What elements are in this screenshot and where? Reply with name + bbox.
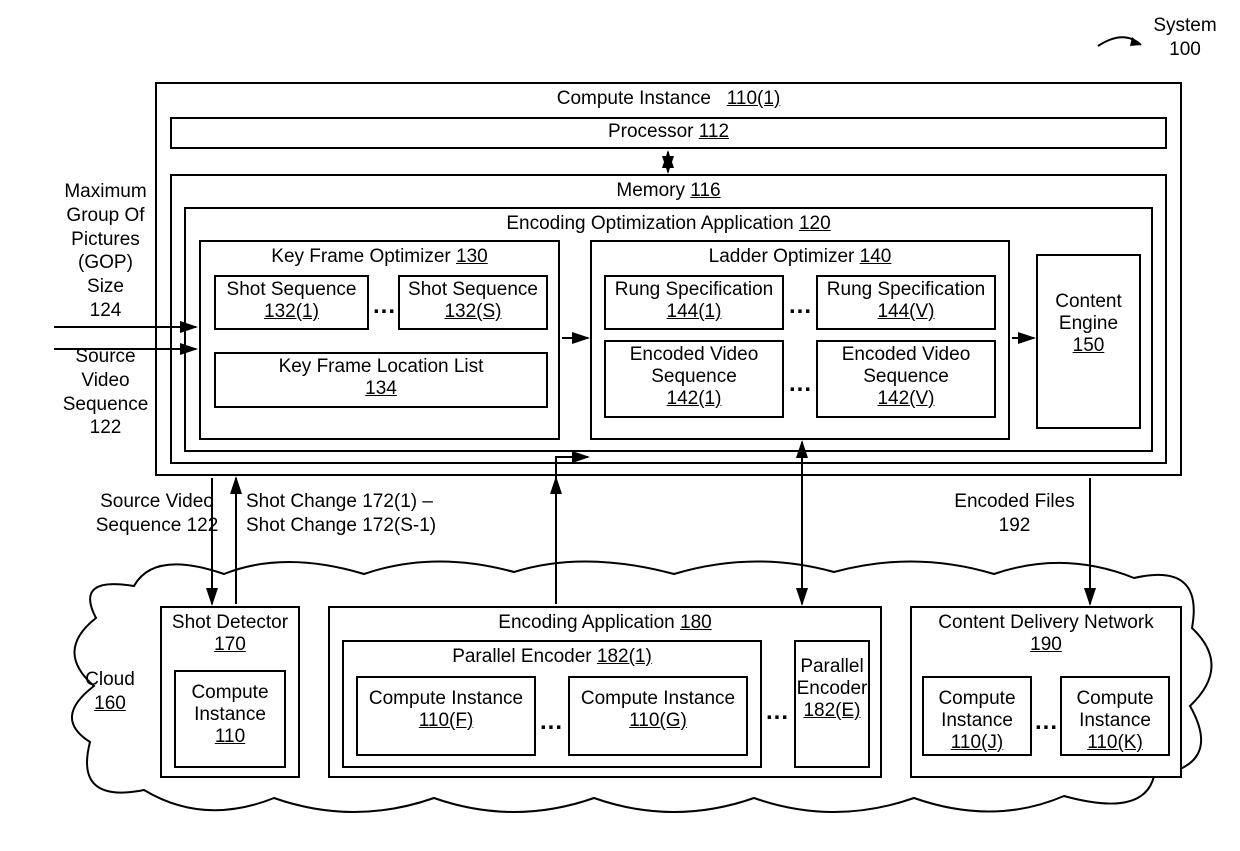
arrow-layer [0,0,1240,851]
